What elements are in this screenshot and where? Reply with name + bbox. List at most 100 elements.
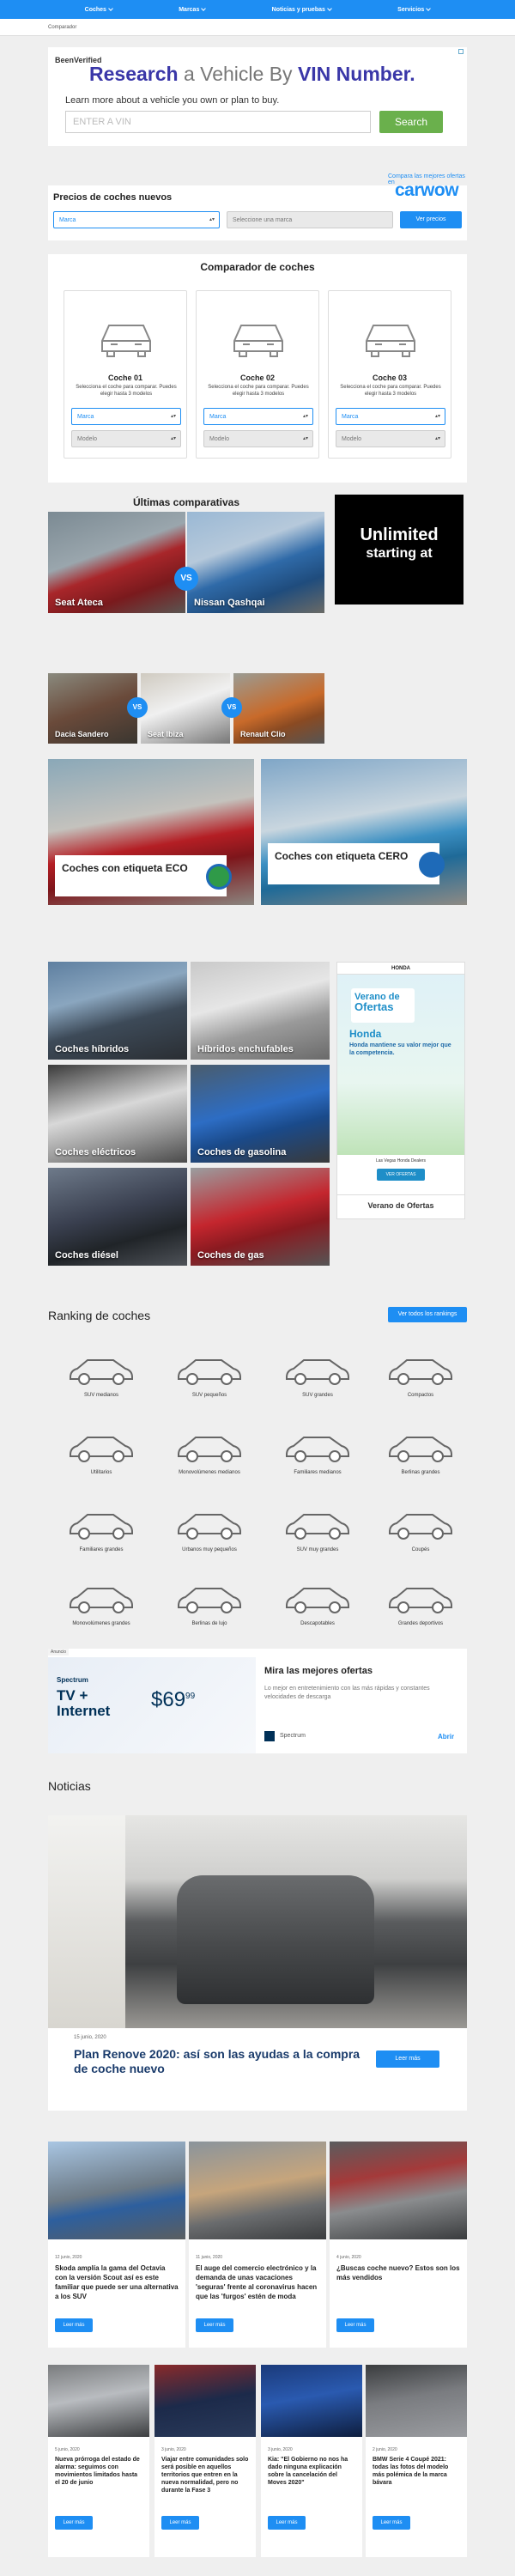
ranking-item[interactable]: Berlinas grandes (369, 1431, 472, 1475)
marca-select[interactable]: Marca ▴▾ (203, 408, 313, 425)
ver-precios-button[interactable]: Ver precios (400, 211, 462, 228)
spectrum-visual: Spectrum TV + Internet $6999 (48, 1657, 256, 1753)
marca-select[interactable]: Marca ▴▾ (53, 211, 220, 228)
ranking-item[interactable]: Descapotables (266, 1582, 369, 1626)
leer-mas-button[interactable]: Leer más (336, 2318, 374, 2332)
news-photo[interactable] (189, 2142, 326, 2239)
ranking-item[interactable]: Grandes deportivos (369, 1582, 472, 1626)
honda-ad[interactable]: HONDA Verano de Ofertas Honda Honda manti… (336, 962, 465, 1219)
nav-label: Servicios (397, 6, 425, 13)
marca-select[interactable]: Marca ▴▾ (71, 408, 181, 425)
news-main-card[interactable]: 15 junio, 2020 Plan Renove 2020: así son… (48, 2028, 467, 2111)
modelo-select[interactable]: Modelo ▴▾ (71, 430, 181, 447)
comparison-photo-renault-clio[interactable]: Renault Clio (233, 673, 324, 744)
news-title[interactable]: Nueva prórroga del estado de alarma: seg… (55, 2456, 142, 2487)
news-title[interactable]: ¿Buscas coche nuevo? Estos son los más v… (336, 2263, 460, 2282)
ranking-item[interactable]: Berlinas de lujo (158, 1582, 261, 1626)
vin-input[interactable]: ENTER A VIN (65, 111, 371, 133)
marca-select[interactable]: Marca ▴▾ (336, 408, 445, 425)
leer-mas-button[interactable]: Leer más (376, 2050, 439, 2068)
news-photo[interactable] (366, 2365, 467, 2437)
news-card[interactable]: 3 junio, 2020 Kia: "El Gobierno no nos ha… (261, 2365, 362, 2557)
ranking-item[interactable]: Monovolúmenes medianos (158, 1431, 261, 1475)
showroom-panel (48, 1815, 125, 2028)
category-electricos[interactable]: Coches eléctricos (48, 1065, 187, 1163)
news-card[interactable]: 2 junio, 2020 BMW Serie 4 Coupé 2021: tod… (366, 2365, 467, 2557)
news-main-photo[interactable] (48, 1815, 467, 2028)
modelo-select[interactable]: Modelo ▴▾ (336, 430, 445, 447)
category-label: Híbridos enchufables (197, 1044, 294, 1054)
news-title[interactable]: Plan Renove 2020: así son las ayudas a l… (74, 2047, 366, 2076)
car-silhouette-icon (286, 1514, 349, 1540)
category-gas[interactable]: Coches de gas (191, 1168, 330, 1266)
select-arrows-icon: ▴▾ (302, 436, 308, 441)
ad-tag: Anuncio (48, 1649, 70, 1656)
news-card[interactable]: 5 junio, 2020 Nueva prórroga del estado d… (48, 2365, 149, 2557)
category-gasolina[interactable]: Coches de gasolina (191, 1065, 330, 1163)
nav-item-coches[interactable]: Coches (85, 6, 113, 13)
ranking-item[interactable]: SUV pequeños (158, 1353, 261, 1398)
news-card[interactable]: 4 junio, 2020 ¿Buscas coche nuevo? Estos … (330, 2142, 467, 2348)
ranking-item[interactable]: SUV muy grandes (266, 1508, 369, 1552)
comparison-photo-seat-ibiza[interactable]: Seat Ibiza (141, 673, 230, 744)
leer-mas-button[interactable]: Leer más (55, 2318, 93, 2332)
ranking-item[interactable]: Urbanos muy pequeños (158, 1508, 261, 1552)
model-select[interactable]: Seleccione una marca (227, 211, 393, 228)
news-photo[interactable] (154, 2365, 256, 2437)
category-enchufables[interactable]: Híbridos enchufables (191, 962, 330, 1060)
product-line-2: Internet (57, 1703, 111, 1719)
ranking-item[interactable]: Utilitarios (50, 1431, 153, 1475)
leer-mas-button[interactable]: Leer más (196, 2318, 233, 2332)
leer-mas-button[interactable]: Leer más (161, 2516, 199, 2530)
spectrum-cta[interactable]: Abrir (438, 1733, 454, 1741)
nav-item-noticias[interactable]: Noticias y pruebas (272, 6, 332, 13)
nav-item-marcas[interactable]: Marcas (179, 6, 207, 13)
ranking-item[interactable]: Familiares grandes (50, 1508, 153, 1552)
comparison-photo-dacia[interactable]: Dacia Sandero (48, 673, 137, 744)
ranking-item[interactable]: SUV grandes (266, 1353, 369, 1398)
ranking-item[interactable]: SUV medianos (50, 1353, 153, 1398)
comparison-photo-seat-ateca[interactable]: Seat Ateca (48, 512, 185, 613)
carwow-logo[interactable]: carwow (395, 180, 459, 201)
ver-rankings-button[interactable]: Ver todos los rankings (388, 1307, 467, 1322)
news-title[interactable]: Skoda amplía la gama del Octavia con la … (55, 2263, 179, 2301)
eco-label-card[interactable]: Coches con etiqueta ECO (48, 759, 254, 905)
nav-item-servicios[interactable]: Servicios (397, 6, 432, 13)
news-card[interactable]: 11 junio, 2020 El auge del comercio elect… (189, 2142, 326, 2348)
ranking-item[interactable]: Coupés (369, 1508, 472, 1552)
breadcrumb-current[interactable]: Comparador (48, 25, 76, 30)
category-label: Coches de gas (197, 1250, 264, 1261)
unlimited-ad[interactable]: Unlimited starting at (335, 495, 464, 605)
ver-ofertas-button[interactable]: VER OFERTAS (377, 1169, 425, 1181)
car-silhouette-icon (178, 1437, 241, 1462)
modelo-select[interactable]: Modelo ▴▾ (203, 430, 313, 447)
precios-section: Precios de coches nuevos Compara las mej… (48, 173, 467, 240)
spectrum-icon (264, 1731, 275, 1741)
category-hibridos[interactable]: Coches híbridos (48, 962, 187, 1060)
leer-mas-button[interactable]: Leer más (268, 2516, 306, 2530)
ranking-label: Descapotables (300, 1621, 335, 1626)
news-photo[interactable] (48, 2365, 149, 2437)
cero-label-card[interactable]: Coches con etiqueta CERO (261, 759, 467, 905)
marca-value: Marca (77, 414, 94, 420)
news-title[interactable]: Viajar entre comunidades solo será posib… (161, 2456, 249, 2494)
spectrum-ad[interactable]: Anuncio Spectrum TV + Internet $6999 Mira… (48, 1649, 467, 1753)
category-diesel[interactable]: Coches diésel (48, 1168, 187, 1266)
news-photo[interactable] (261, 2365, 362, 2437)
comparison-photo-nissan-qashqai[interactable]: Nissan Qashqai (187, 512, 324, 613)
leer-mas-button[interactable]: Leer más (373, 2516, 410, 2530)
news-card[interactable]: 12 junio, 2020 Skoda amplía la gama del O… (48, 2142, 185, 2348)
news-title[interactable]: Kia: "El Gobierno no nos ha dado ninguna… (268, 2456, 355, 2487)
ranking-item[interactable]: Compactos (369, 1353, 472, 1398)
leer-mas-button[interactable]: Leer más (55, 2516, 93, 2530)
vin-search-button[interactable]: Search (379, 111, 443, 133)
news-photo[interactable] (330, 2142, 467, 2239)
news-title[interactable]: El auge del comercio electrónico y la de… (196, 2263, 319, 2301)
ranking-item[interactable]: Monovolúmenes grandes (50, 1582, 153, 1626)
news-title[interactable]: BMW Serie 4 Coupé 2021: todas las fotos … (373, 2456, 460, 2487)
ranking-item[interactable]: Familiares medianos (266, 1431, 369, 1475)
vs-badge: VS (127, 697, 148, 718)
news-photo[interactable] (48, 2142, 185, 2239)
adchoices-icon[interactable] (458, 49, 464, 54)
news-card[interactable]: 3 junio, 2020 Viajar entre comunidades so… (154, 2365, 256, 2557)
